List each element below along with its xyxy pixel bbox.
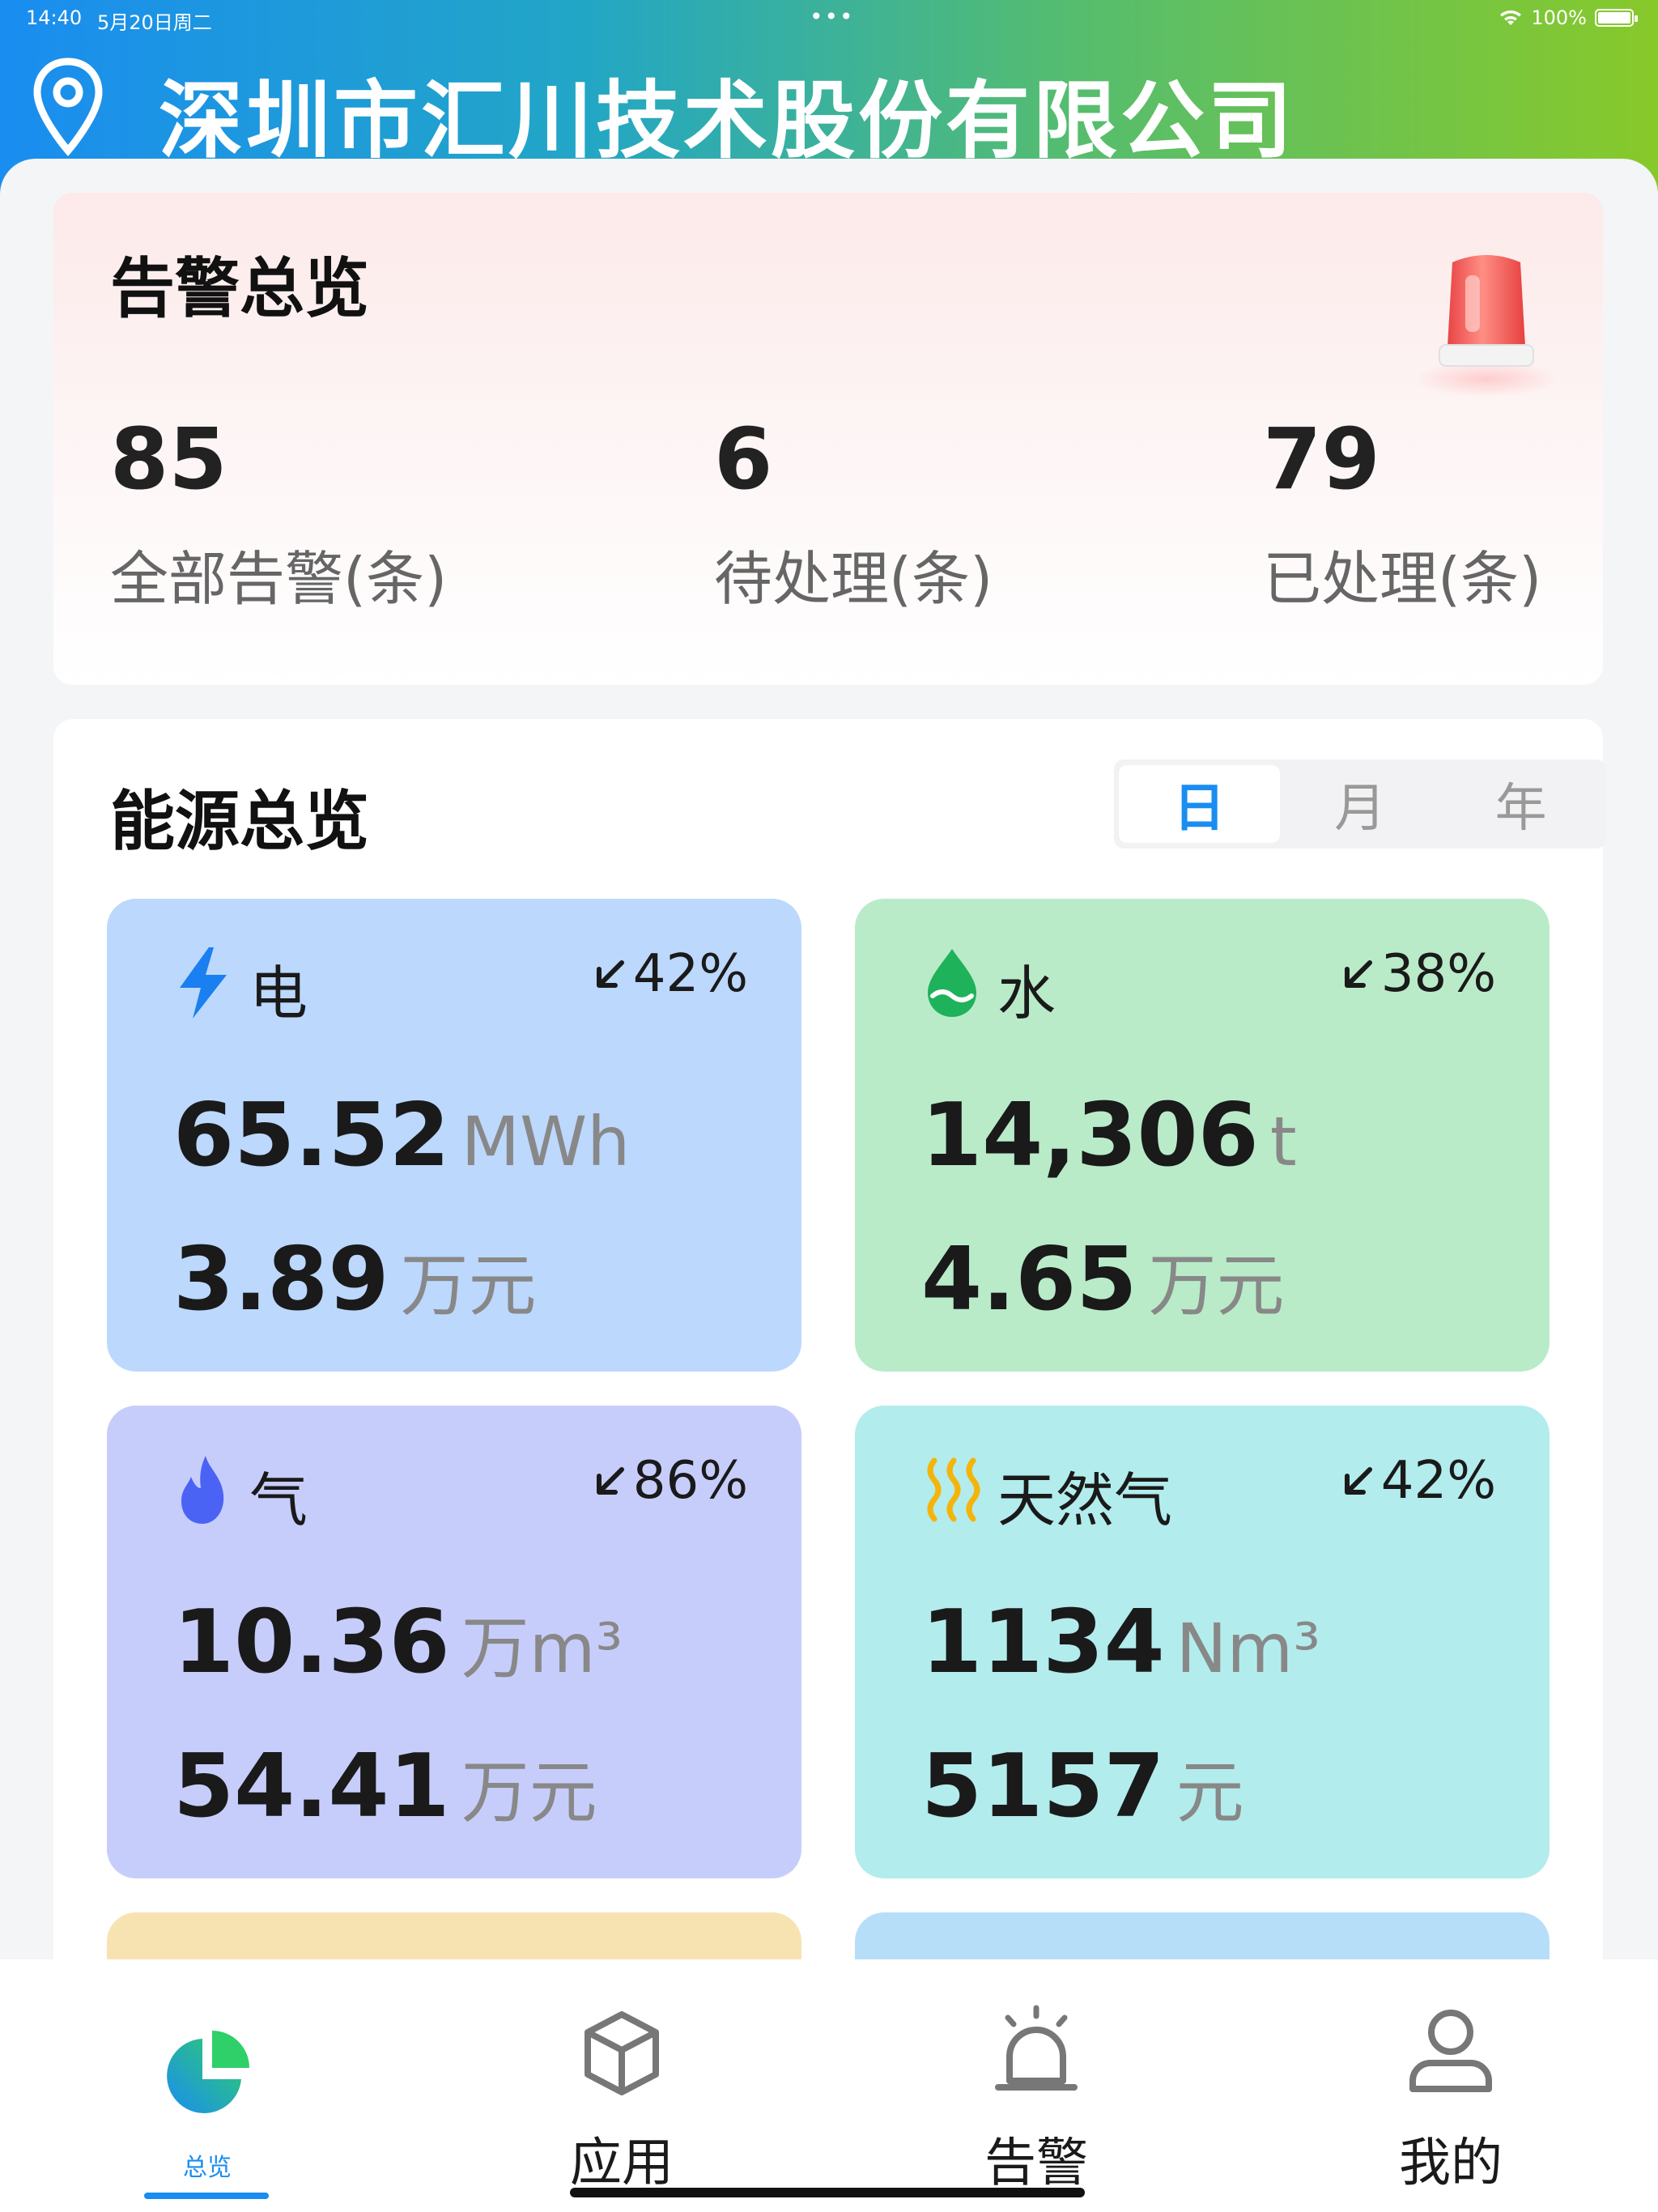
tile-name: 气: [249, 1466, 308, 1534]
status-time: 14:40: [26, 6, 83, 29]
energy-tile-natural-gas[interactable]: 天然气 42% 1134 Nm³ 5157 元: [855, 1406, 1550, 1878]
wifi-icon: [1500, 10, 1522, 25]
trend-value: 38%: [1380, 944, 1496, 1004]
period-year[interactable]: 年: [1440, 765, 1601, 843]
arrow-down-left-icon: [596, 1467, 624, 1495]
cube-icon: [585, 2011, 659, 2095]
multitask-dots[interactable]: •••: [810, 3, 855, 30]
tile-amount: 14,306: [921, 1085, 1259, 1186]
trend-value: 42%: [1380, 1451, 1496, 1511]
stat-pending-value[interactable]: 6: [714, 410, 772, 508]
tab-apps[interactable]: 应用: [414, 1959, 829, 2212]
tile-cost-unit: 元: [1175, 1753, 1244, 1832]
bottom-tab-bar: 总览 应用 告警 我的: [0, 1959, 1658, 2212]
tile-cost-unit: 万元: [400, 1246, 537, 1325]
tile-cost-row: 5157 元: [921, 1736, 1244, 1837]
user-icon: [1409, 2010, 1492, 2092]
tile-amount-row: 14,306 t: [921, 1085, 1297, 1186]
status-date: 5月20日周二: [97, 11, 212, 34]
status-right: 100%: [1499, 6, 1638, 29]
status-bar: 14:40 5月20日周二 ••• 100%: [0, 0, 1658, 39]
location-pin-icon[interactable]: [32, 57, 104, 157]
tile-amount-row: 65.52 MWh: [173, 1085, 630, 1186]
tile-cost: 4.65: [921, 1229, 1137, 1330]
tile-trend: 38%: [1341, 944, 1496, 1004]
tile-amount-unit: Nm³: [1175, 1609, 1320, 1688]
active-tab-indicator: [144, 2193, 269, 2199]
tile-trend: 42%: [593, 944, 748, 1004]
tile-trend: 42%: [1341, 1451, 1496, 1511]
period-month[interactable]: 月: [1280, 765, 1441, 843]
tile-name: 天然气: [997, 1466, 1173, 1534]
tile-name: 电: [249, 959, 308, 1027]
energy-tile-electricity[interactable]: 电 42% 65.52 MWh 3.89 万元: [107, 899, 801, 1372]
energy-overview-card: 能源总览 日 月 年 电 42% 65.52 MWh 3.89 万元 水 38%…: [53, 719, 1606, 2031]
lightning-icon: [180, 947, 227, 1019]
tile-cost: 5157: [921, 1736, 1165, 1837]
tab-label: 我的: [1399, 2133, 1503, 2193]
tab-overview[interactable]: 总览: [0, 1959, 414, 2212]
flame-icon: [181, 1456, 224, 1524]
alarm-siren-icon: [1414, 255, 1559, 397]
tile-amount-row: 1134 Nm³: [921, 1592, 1320, 1693]
trend-value: 86%: [632, 1451, 748, 1511]
tile-amount: 1134: [921, 1592, 1165, 1693]
tab-label: 总览: [183, 2154, 232, 2182]
battery-icon: [1595, 9, 1638, 27]
energy-tile-water[interactable]: 水 38% 14,306 t 4.65 万元: [855, 899, 1550, 1372]
energy-overview-title: 能源总览: [110, 784, 369, 859]
stat-total-label: 全部告警(条): [110, 545, 448, 613]
period-day[interactable]: 日: [1119, 765, 1280, 843]
tab-label: 应用: [570, 2133, 674, 2193]
tile-cost: 54.41: [173, 1736, 450, 1837]
stat-handled-label: 已处理(条): [1263, 545, 1542, 613]
tab-label: 告警: [984, 2133, 1088, 2193]
battery-percent: 100%: [1531, 6, 1587, 29]
company-name[interactable]: 深圳市汇川技术股份有限公司: [159, 52, 1295, 174]
trend-value: 42%: [632, 944, 748, 1004]
alarm-icon: [995, 2005, 1078, 2091]
energy-tile-gas[interactable]: 气 86% 10.36 万m³ 54.41 万元: [107, 1406, 801, 1878]
tile-amount-row: 10.36 万m³: [173, 1592, 623, 1693]
tile-cost-unit: 万元: [1148, 1246, 1285, 1325]
arrow-down-left-icon: [596, 960, 624, 988]
stat-handled-value[interactable]: 79: [1263, 410, 1380, 508]
tab-alarm[interactable]: 告警: [829, 1959, 1244, 2212]
tile-cost: 3.89: [173, 1229, 389, 1330]
stat-total-value[interactable]: 85: [110, 410, 227, 508]
pie-chart-icon: [167, 2031, 249, 2113]
home-indicator[interactable]: [570, 2188, 1085, 2197]
tile-amount: 65.52: [173, 1085, 450, 1186]
tile-amount-unit: 万m³: [461, 1609, 623, 1688]
alarm-overview-title: 告警总览: [110, 251, 369, 326]
tile-trend: 86%: [593, 1451, 748, 1511]
period-selector: 日 月 年: [1114, 759, 1606, 849]
tab-profile[interactable]: 我的: [1244, 1959, 1658, 2212]
water-drop-icon: [928, 949, 976, 1017]
tile-cost-row: 4.65 万元: [921, 1229, 1284, 1330]
arrow-down-left-icon: [1344, 1467, 1372, 1495]
tile-cost-row: 54.41 万元: [173, 1736, 597, 1837]
alarm-overview-card[interactable]: 告警总览 85 全部告警(条) 6 待处理(条) 79 已处理(条): [53, 193, 1603, 685]
arrow-down-left-icon: [1344, 960, 1372, 988]
tile-amount: 10.36: [173, 1592, 450, 1693]
stat-pending-label: 待处理(条): [714, 545, 993, 613]
tile-name: 水: [997, 959, 1056, 1027]
tile-cost-row: 3.89 万元: [173, 1229, 536, 1330]
tile-amount-unit: t: [1269, 1102, 1297, 1181]
tile-amount-unit: MWh: [461, 1102, 631, 1181]
tile-cost-unit: 万元: [461, 1753, 597, 1832]
heat-waves-icon: [927, 1457, 980, 1522]
